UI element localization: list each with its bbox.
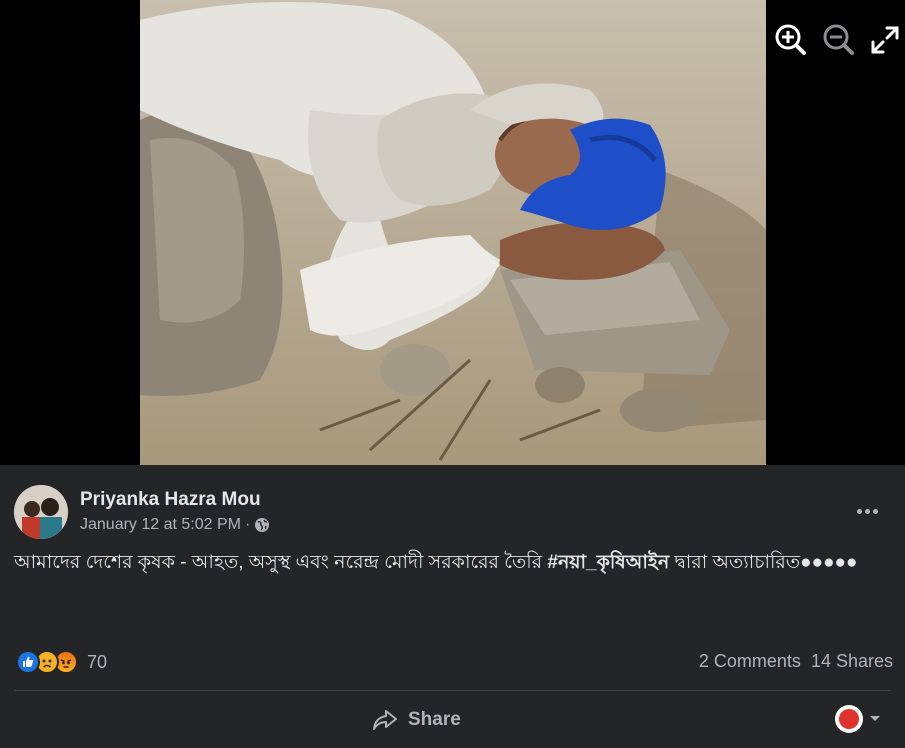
reaction-profile-selector[interactable]: [835, 705, 881, 733]
expand-icon: [871, 26, 899, 54]
comments-count-link[interactable]: 2 Comments: [699, 651, 801, 672]
zoom-out-button[interactable]: [819, 18, 859, 62]
like-reaction-icon: [16, 650, 40, 674]
chevron-down-icon: [870, 716, 880, 721]
share-icon: [373, 710, 397, 730]
post-caption: আমাদের দেশের কৃষক - আহত, অসুস্থ এবং নরেন…: [14, 549, 894, 576]
post-timestamp[interactable]: January 12 at 5:02 PM: [80, 516, 241, 534]
post-photo[interactable]: [140, 0, 766, 465]
meta-separator: ·: [244, 516, 251, 533]
zoom-out-icon: [823, 24, 854, 55]
divider: [14, 690, 891, 691]
shares-count-link[interactable]: 14 Shares: [811, 651, 893, 672]
page-avatar: [835, 705, 863, 733]
hashtag-link[interactable]: #নয়া_কৃষিআইন: [547, 552, 669, 573]
fullscreen-button[interactable]: [865, 18, 905, 62]
caption-text: আমাদের দেশের কৃষক - আহত, অসুস্থ এবং নরেন…: [14, 552, 548, 573]
avatar[interactable]: [14, 485, 68, 539]
caption-tail: দ্বারা অত্যাচারিত●●●●●: [669, 552, 858, 573]
reactions-summary[interactable]: 70: [16, 649, 107, 675]
post-meta: January 12 at 5:02 PM ·: [80, 516, 270, 534]
zoom-in-icon: [775, 24, 806, 55]
profile-photo: [14, 485, 68, 539]
viewer-toolbar: [755, 18, 905, 62]
more-icon: [856, 508, 862, 514]
author-name[interactable]: Priyanka Hazra Mou: [80, 489, 261, 511]
photo-illustration: [140, 0, 766, 465]
engagement-stats: 2 Comments 14 Shares: [699, 651, 893, 672]
share-label: Share: [408, 709, 461, 730]
post-panel: Priyanka Hazra Mou January 12 at 5:02 PM…: [0, 465, 905, 748]
more-options-button[interactable]: [849, 499, 885, 523]
reaction-count: 70: [87, 651, 108, 672]
photo-viewer: [0, 0, 905, 465]
share-button[interactable]: Share: [372, 703, 461, 737]
globe-icon[interactable]: [254, 517, 270, 533]
zoom-in-button[interactable]: [771, 18, 811, 62]
